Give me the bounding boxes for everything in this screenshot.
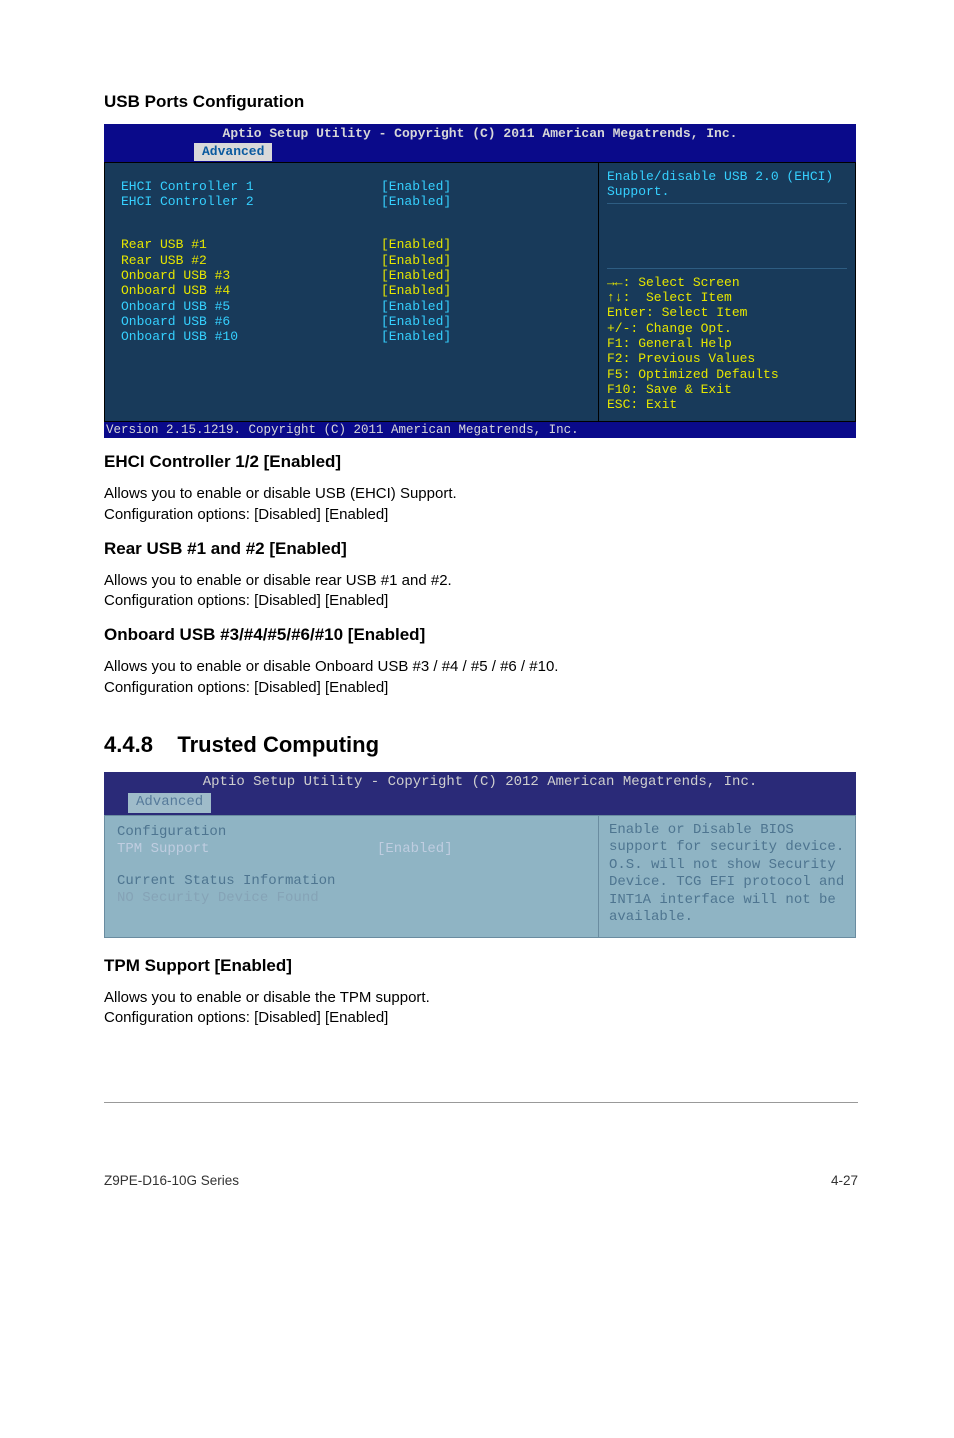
bios-tab-advanced: Advanced <box>194 143 272 160</box>
bios-item-label: Onboard USB #3 <box>121 268 381 283</box>
heading-onboard: Onboard USB #3/#4/#5/#6/#10 [Enabled] <box>104 625 858 645</box>
bios-footer: Version 2.15.1219. Copyright (C) 2011 Am… <box>104 422 856 439</box>
bios-item-value: [Enabled] <box>381 329 451 344</box>
section-title: Trusted Computing <box>177 732 379 757</box>
footer-right: 4-27 <box>831 1173 858 1188</box>
section-heading-usb: USB Ports Configuration <box>104 92 858 112</box>
bios-item-value: [Enabled] <box>381 179 451 194</box>
bios-left-panel: EHCI Controller 1[Enabled] EHCI Controll… <box>104 162 598 422</box>
text: Allows you to enable or disable rear USB… <box>104 572 452 589</box>
text: Configuration options: [Disabled] [Enabl… <box>104 592 388 609</box>
bios-tab-row: Advanced <box>104 143 856 161</box>
bios-item-label: EHCI Controller 1 <box>121 179 381 194</box>
bios2-line: Current Status Information <box>117 873 586 891</box>
paragraph: Allows you to enable or disable the TPM … <box>104 988 858 1029</box>
paragraph: Allows you to enable or disable rear USB… <box>104 571 858 612</box>
bios-item-value: [Enabled] <box>381 299 451 314</box>
bios-item-value: [Enabled] <box>381 283 451 298</box>
section-number: 4.4.8 <box>104 732 153 757</box>
bios2-title: Aptio Setup Utility - Copyright (C) 2012… <box>104 772 856 794</box>
text: Allows you to enable or disable the TPM … <box>104 989 430 1006</box>
bios2-right-panel: Enable or Disable BIOS support for secur… <box>598 815 856 938</box>
bios2-item-value: [Enabled] <box>377 841 453 859</box>
bios-item-value: [Enabled] <box>381 268 451 283</box>
bios2-left-panel: Configuration TPM Support [Enabled] Curr… <box>104 815 598 938</box>
footer-left: Z9PE-D16-10G Series <box>104 1173 239 1188</box>
bios2-tab-advanced: Advanced <box>128 793 211 813</box>
bios-nav-hints: →←: Select Screen ↑↓: Select Item Enter:… <box>607 268 847 413</box>
bios-item-value: [Enabled] <box>381 314 451 329</box>
bios-title: Aptio Setup Utility - Copyright (C) 2011… <box>104 124 856 143</box>
bios-item-value: [Enabled] <box>381 237 451 252</box>
bios-item-label: Rear USB #1 <box>121 237 381 252</box>
bios-item-label: Onboard USB #5 <box>121 299 381 314</box>
bios-help-text: Enable/disable USB 2.0 (EHCI) Support. <box>607 169 847 205</box>
text: Configuration options: [Disabled] [Enabl… <box>104 679 388 696</box>
text: Configuration options: [Disabled] [Enabl… <box>104 1009 388 1026</box>
heading-trusted: 4.4.8 Trusted Computing <box>104 732 858 758</box>
bios-item-label: EHCI Controller 2 <box>121 194 381 209</box>
bios2-tab-row: Advanced <box>104 793 856 815</box>
heading-tpm: TPM Support [Enabled] <box>104 956 858 976</box>
bios2-line: NO Security Device Found <box>117 890 586 908</box>
paragraph: Allows you to enable or disable Onboard … <box>104 657 858 698</box>
bios-item-value: [Enabled] <box>381 194 451 209</box>
heading-ehci: EHCI Controller 1/2 [Enabled] <box>104 452 858 472</box>
bios-item-label: Onboard USB #10 <box>121 329 381 344</box>
text: Configuration options: [Disabled] [Enabl… <box>104 506 388 523</box>
text: Allows you to enable or disable USB (EHC… <box>104 485 457 502</box>
page-footer: Z9PE-D16-10G Series 4-27 <box>0 1103 954 1206</box>
paragraph: Allows you to enable or disable USB (EHC… <box>104 484 858 525</box>
bios-item-label: Onboard USB #6 <box>121 314 381 329</box>
bios-item-label: Rear USB #2 <box>121 253 381 268</box>
bios-screenshot-tpm: Aptio Setup Utility - Copyright (C) 2012… <box>104 772 856 938</box>
bios-screenshot-usb: Aptio Setup Utility - Copyright (C) 2011… <box>104 124 856 438</box>
heading-rear: Rear USB #1 and #2 [Enabled] <box>104 539 858 559</box>
text: Allows you to enable or disable Onboard … <box>104 658 558 675</box>
bios-item-label: Onboard USB #4 <box>121 283 381 298</box>
bios2-line: Configuration <box>117 824 586 842</box>
bios-right-panel: Enable/disable USB 2.0 (EHCI) Support. →… <box>598 162 856 422</box>
bios-item-value: [Enabled] <box>381 253 451 268</box>
bios2-item-label: TPM Support <box>117 841 377 859</box>
